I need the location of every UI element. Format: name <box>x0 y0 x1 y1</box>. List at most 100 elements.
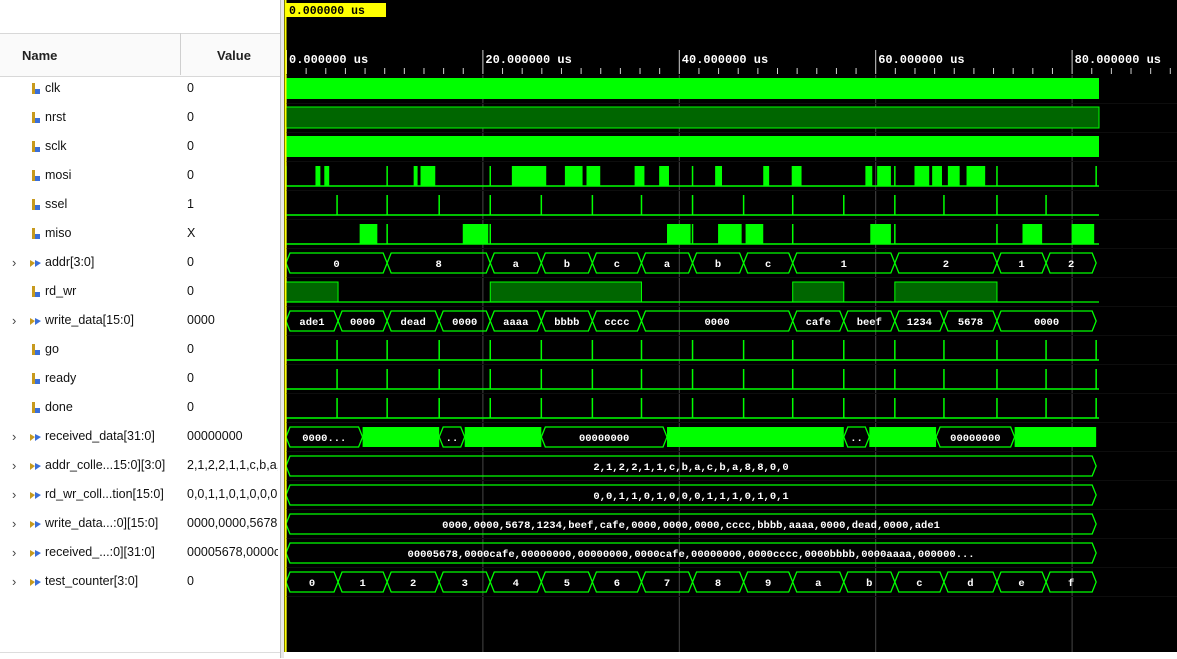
mosi-burst <box>715 166 723 186</box>
ruler-label: 20.000000 us <box>485 53 571 67</box>
signal-row[interactable]: rd_wr 0 <box>0 277 280 306</box>
signal-row[interactable]: nrst 0 <box>0 103 280 132</box>
signal-name-cell[interactable]: miso <box>0 219 180 248</box>
signal-value: 0,0,1,1,0,1,0,0,0,1,1,1,0,1,0,1 <box>187 487 278 501</box>
write_data-bus-label: cafe <box>806 317 831 329</box>
miso-burst <box>462 224 489 244</box>
addr-bus-label: b <box>715 259 721 271</box>
signal-name-cell[interactable]: ready <box>0 364 180 393</box>
value-column-header[interactable]: Value <box>217 48 251 63</box>
mosi-burst <box>634 166 645 186</box>
signal-value: 0 <box>187 139 194 153</box>
signal-name-label: go <box>45 342 59 356</box>
signal-name-cell[interactable]: rd_wr <box>0 277 180 306</box>
signal-row[interactable]: miso X <box>0 219 280 248</box>
test_counter-bus-label: 2 <box>410 578 416 590</box>
waveform-canvas[interactable]: 0.000000 us 20.000000 us 40.000000 us 60.00… <box>284 0 1177 658</box>
signal-row[interactable]: › addr_colle...15:0][3:0] 2,1,2,2,1,1,c,b,… <box>0 451 280 480</box>
signal-row[interactable]: go 0 <box>0 335 280 364</box>
signal-name-label: sclk <box>45 139 67 153</box>
signal-name-cell[interactable]: › write_data[15:0] <box>0 306 180 335</box>
signal-name-label: test_counter[3:0] <box>45 574 139 588</box>
signal-name-label: received_data[31:0] <box>45 429 155 443</box>
expand-chevron-icon[interactable]: › <box>12 487 16 502</box>
signal-name-cell[interactable]: ssel <box>0 190 180 219</box>
signal-name-cell[interactable]: go <box>0 335 180 364</box>
mosi-burst <box>413 166 418 186</box>
signal-row[interactable]: sclk 0 <box>0 132 280 161</box>
test_counter-bus-label: 1 <box>359 578 365 590</box>
mosi-burst <box>763 166 770 186</box>
write_data-bus-label: 5678 <box>958 317 983 329</box>
name-column-header[interactable]: Name <box>22 48 57 63</box>
signal-name-cell[interactable]: clk <box>0 74 180 103</box>
signal-value: 0000,0000,5678,1234,beef,cafe,0000,0000,… <box>187 516 278 530</box>
signal-name-cell[interactable]: sclk <box>0 132 180 161</box>
ruler-label: 60.000000 us <box>878 53 964 67</box>
signal-name-label: rd_wr_coll...tion[15:0] <box>45 487 164 501</box>
miso-burst <box>870 224 891 244</box>
signal-value: 00000000 <box>187 429 243 443</box>
addr-bus-label: a <box>513 259 520 271</box>
write_data-bus-label: dead <box>401 317 426 329</box>
signal-row[interactable]: ready 0 <box>0 364 280 393</box>
write_data-bus-label: 0000 <box>452 317 477 329</box>
signal-row[interactable]: › addr[3:0] 0 <box>0 248 280 277</box>
signal-row[interactable]: › test_counter[3:0] 0 <box>0 567 280 596</box>
signal-row[interactable]: mosi 0 <box>0 161 280 190</box>
write_data-bus-label: 1234 <box>907 317 932 329</box>
bit-signal-icon <box>32 344 40 355</box>
signal-row[interactable]: done 0 <box>0 393 280 422</box>
expand-chevron-icon[interactable]: › <box>12 574 16 589</box>
expand-chevron-icon[interactable]: › <box>12 429 16 444</box>
miso-burst <box>1071 224 1095 244</box>
expand-chevron-icon[interactable]: › <box>12 545 16 560</box>
signal-row[interactable]: › received_...:0][31:0] 00005678,0000cafe,… <box>0 538 280 567</box>
signal-row[interactable]: › write_data[15:0] 0000 <box>0 306 280 335</box>
rd_wr-high <box>792 281 845 303</box>
signal-row[interactable]: clk 0 <box>0 74 280 103</box>
signal-name-label: addr[3:0] <box>45 255 95 269</box>
test_counter-bus-label: c <box>916 578 922 590</box>
signal-value: X <box>187 226 196 240</box>
signal-name-cell[interactable]: nrst <box>0 103 180 132</box>
write_data-bus-label: cccc <box>604 317 629 329</box>
signal-name-label: nrst <box>45 110 66 124</box>
signal-name-cell[interactable]: › rd_wr_coll...tion[15:0] <box>0 480 180 509</box>
signal-name-cell[interactable]: › test_counter[3:0] <box>0 567 180 596</box>
signal-list-header: Name Value <box>0 33 280 77</box>
signal-name-cell[interactable]: › addr[3:0] <box>0 248 180 277</box>
signal-name-cell[interactable]: done <box>0 393 180 422</box>
expand-chevron-icon[interactable]: › <box>12 458 16 473</box>
signal-row[interactable]: › rd_wr_coll...tion[15:0] 0,0,1,1,0,1,0,0,… <box>0 480 280 509</box>
write_data-bus-label: aaaa <box>503 317 529 329</box>
expand-chevron-icon[interactable]: › <box>12 313 16 328</box>
addr-bus-label: 1 <box>1018 259 1024 271</box>
waveform-viewer[interactable]: 0.000000 us 20.000000 us 40.000000 us 60.00… <box>284 0 1177 658</box>
signal-name-cell[interactable]: › received_...:0][31:0] <box>0 538 180 567</box>
expand-chevron-icon[interactable]: › <box>12 255 16 270</box>
signal-name-cell[interactable]: › addr_colle...15:0][3:0] <box>0 451 180 480</box>
signal-name-cell[interactable]: mosi <box>0 161 180 190</box>
signal-row[interactable]: › write_data...:0][15:0] 0000,0000,5678,12… <box>0 509 280 538</box>
signal-value: 00005678,0000cafe,00000000,00000000,0000… <box>187 545 278 559</box>
signal-name-cell[interactable]: › write_data...:0][15:0] <box>0 509 180 538</box>
signal-name-label: done <box>45 400 73 414</box>
mosi-burst <box>865 166 873 186</box>
column-separator[interactable] <box>180 33 181 75</box>
addr-bus-label: 0 <box>333 259 339 271</box>
bit-signal-icon <box>32 199 40 210</box>
signal-name-label: rd_wr <box>45 284 77 298</box>
expand-chevron-icon[interactable]: › <box>12 516 16 531</box>
signal-row[interactable]: ssel 1 <box>0 190 280 219</box>
signal-name-label: ssel <box>45 197 68 211</box>
mosi-burst <box>914 166 930 186</box>
clk-waveform <box>286 78 1099 99</box>
sclk-waveform <box>286 136 1099 157</box>
signal-name-cell[interactable]: › received_data[31:0] <box>0 422 180 451</box>
mosi-burst <box>877 166 891 186</box>
signal-row[interactable]: › received_data[31:0] 00000000 <box>0 422 280 451</box>
bit-signal-icon <box>32 83 40 94</box>
bus-signal-icon <box>30 431 41 441</box>
test_counter-bus-label: 3 <box>462 578 468 590</box>
